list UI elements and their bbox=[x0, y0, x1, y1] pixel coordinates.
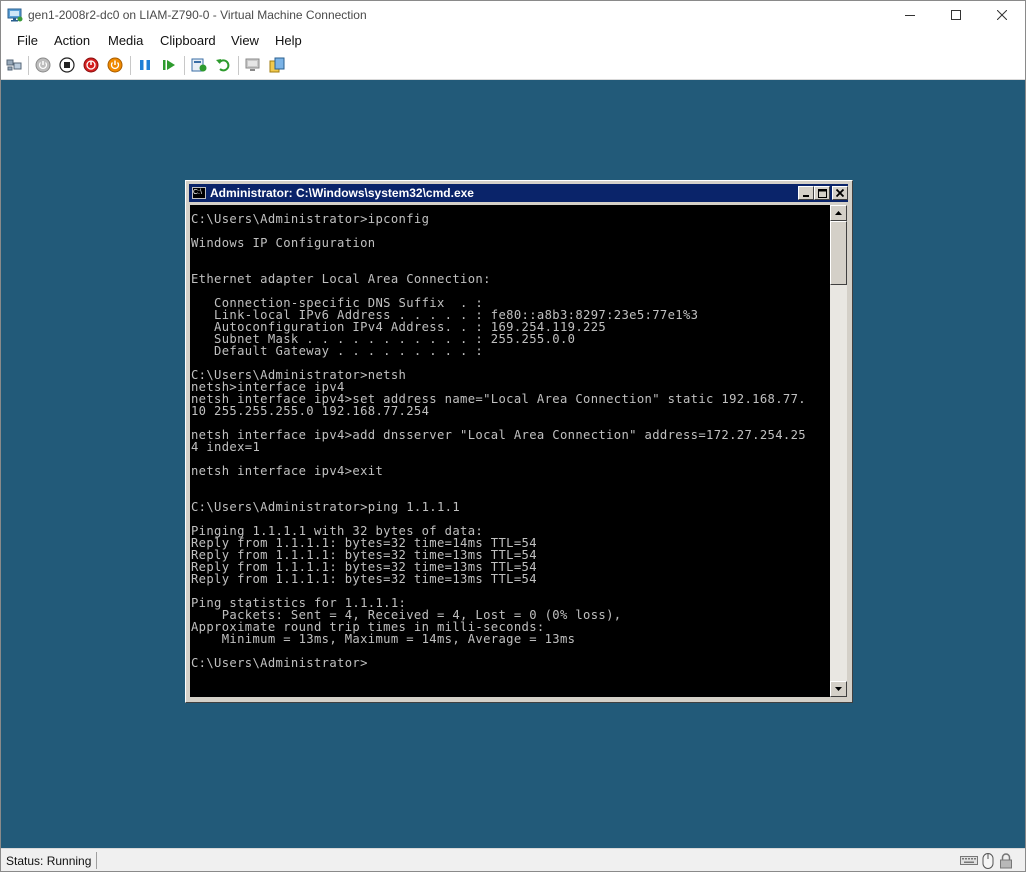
revert-icon[interactable] bbox=[215, 57, 231, 73]
menu-help[interactable]: Help bbox=[275, 33, 302, 48]
cmd-close-button[interactable] bbox=[832, 186, 848, 200]
minimize-icon bbox=[803, 195, 809, 197]
title-bar[interactable]: gen1-2008r2-dc0 on LIAM-Z790-0 - Virtual… bbox=[1, 1, 1025, 29]
cmd-minimize-button[interactable] bbox=[798, 186, 814, 200]
checkpoint-icon[interactable] bbox=[191, 57, 207, 73]
console-scrollbar[interactable] bbox=[830, 205, 847, 697]
cmd-icon: C:\ bbox=[192, 187, 206, 199]
keyboard-icon bbox=[960, 853, 978, 871]
menu-action[interactable]: Action bbox=[54, 33, 90, 48]
save-icon[interactable] bbox=[107, 57, 123, 73]
shut-down-icon[interactable] bbox=[83, 57, 99, 73]
cmd-maximize-button[interactable] bbox=[814, 186, 830, 200]
pause-icon[interactable] bbox=[137, 57, 153, 73]
vm-display[interactable]: C:\ Administrator: C:\Windows\system32\c… bbox=[1, 80, 1025, 848]
console-output[interactable]: C:\Users\Administrator>ipconfig Windows … bbox=[190, 205, 830, 697]
enhanced-session-icon[interactable] bbox=[245, 57, 261, 73]
lock-icon bbox=[999, 853, 1013, 871]
start-icon[interactable] bbox=[35, 57, 51, 73]
toolbar-separator bbox=[28, 56, 29, 75]
minimize-button[interactable] bbox=[887, 1, 933, 29]
mouse-icon bbox=[982, 853, 994, 871]
menu-clipboard[interactable]: Clipboard bbox=[160, 33, 216, 48]
scroll-up-button[interactable] bbox=[830, 205, 847, 221]
scroll-thumb[interactable] bbox=[830, 221, 847, 285]
cmd-title: Administrator: C:\Windows\system32\cmd.e… bbox=[210, 186, 474, 200]
menu-bar: File Action Media Clipboard View Help bbox=[1, 29, 1025, 52]
maximize-icon bbox=[817, 188, 827, 198]
vm-connection-icon bbox=[7, 7, 23, 23]
menu-media[interactable]: Media bbox=[108, 33, 143, 48]
menu-file[interactable]: File bbox=[17, 33, 38, 48]
share-icon[interactable] bbox=[269, 57, 285, 73]
close-button[interactable] bbox=[979, 1, 1025, 29]
close-icon bbox=[997, 10, 1007, 20]
minimize-icon bbox=[905, 15, 915, 16]
toolbar bbox=[1, 52, 1025, 80]
toolbar-separator bbox=[238, 56, 239, 75]
scroll-down-button[interactable] bbox=[830, 681, 847, 697]
console-text: C:\Users\Administrator>ipconfig Windows … bbox=[191, 212, 806, 670]
close-icon bbox=[836, 189, 844, 197]
menu-view[interactable]: View bbox=[231, 33, 259, 48]
turn-off-icon[interactable] bbox=[59, 57, 75, 73]
resume-icon[interactable] bbox=[161, 57, 177, 73]
ctrl-alt-del-icon[interactable] bbox=[6, 57, 22, 73]
status-bar: Status: Running bbox=[1, 848, 1025, 871]
status-text: Status: Running bbox=[6, 854, 92, 868]
toolbar-separator bbox=[130, 56, 131, 75]
cmd-window[interactable]: C:\ Administrator: C:\Windows\system32\c… bbox=[185, 180, 853, 703]
status-separator bbox=[96, 852, 97, 869]
toolbar-separator bbox=[184, 56, 185, 75]
maximize-button[interactable] bbox=[933, 1, 979, 29]
maximize-icon bbox=[951, 10, 961, 20]
arrow-down-icon bbox=[835, 687, 842, 691]
vm-connection-window: gen1-2008r2-dc0 on LIAM-Z790-0 - Virtual… bbox=[0, 0, 1026, 872]
window-title: gen1-2008r2-dc0 on LIAM-Z790-0 - Virtual… bbox=[28, 8, 367, 22]
arrow-up-icon bbox=[835, 211, 842, 215]
cmd-title-bar[interactable]: C:\ Administrator: C:\Windows\system32\c… bbox=[189, 184, 848, 202]
